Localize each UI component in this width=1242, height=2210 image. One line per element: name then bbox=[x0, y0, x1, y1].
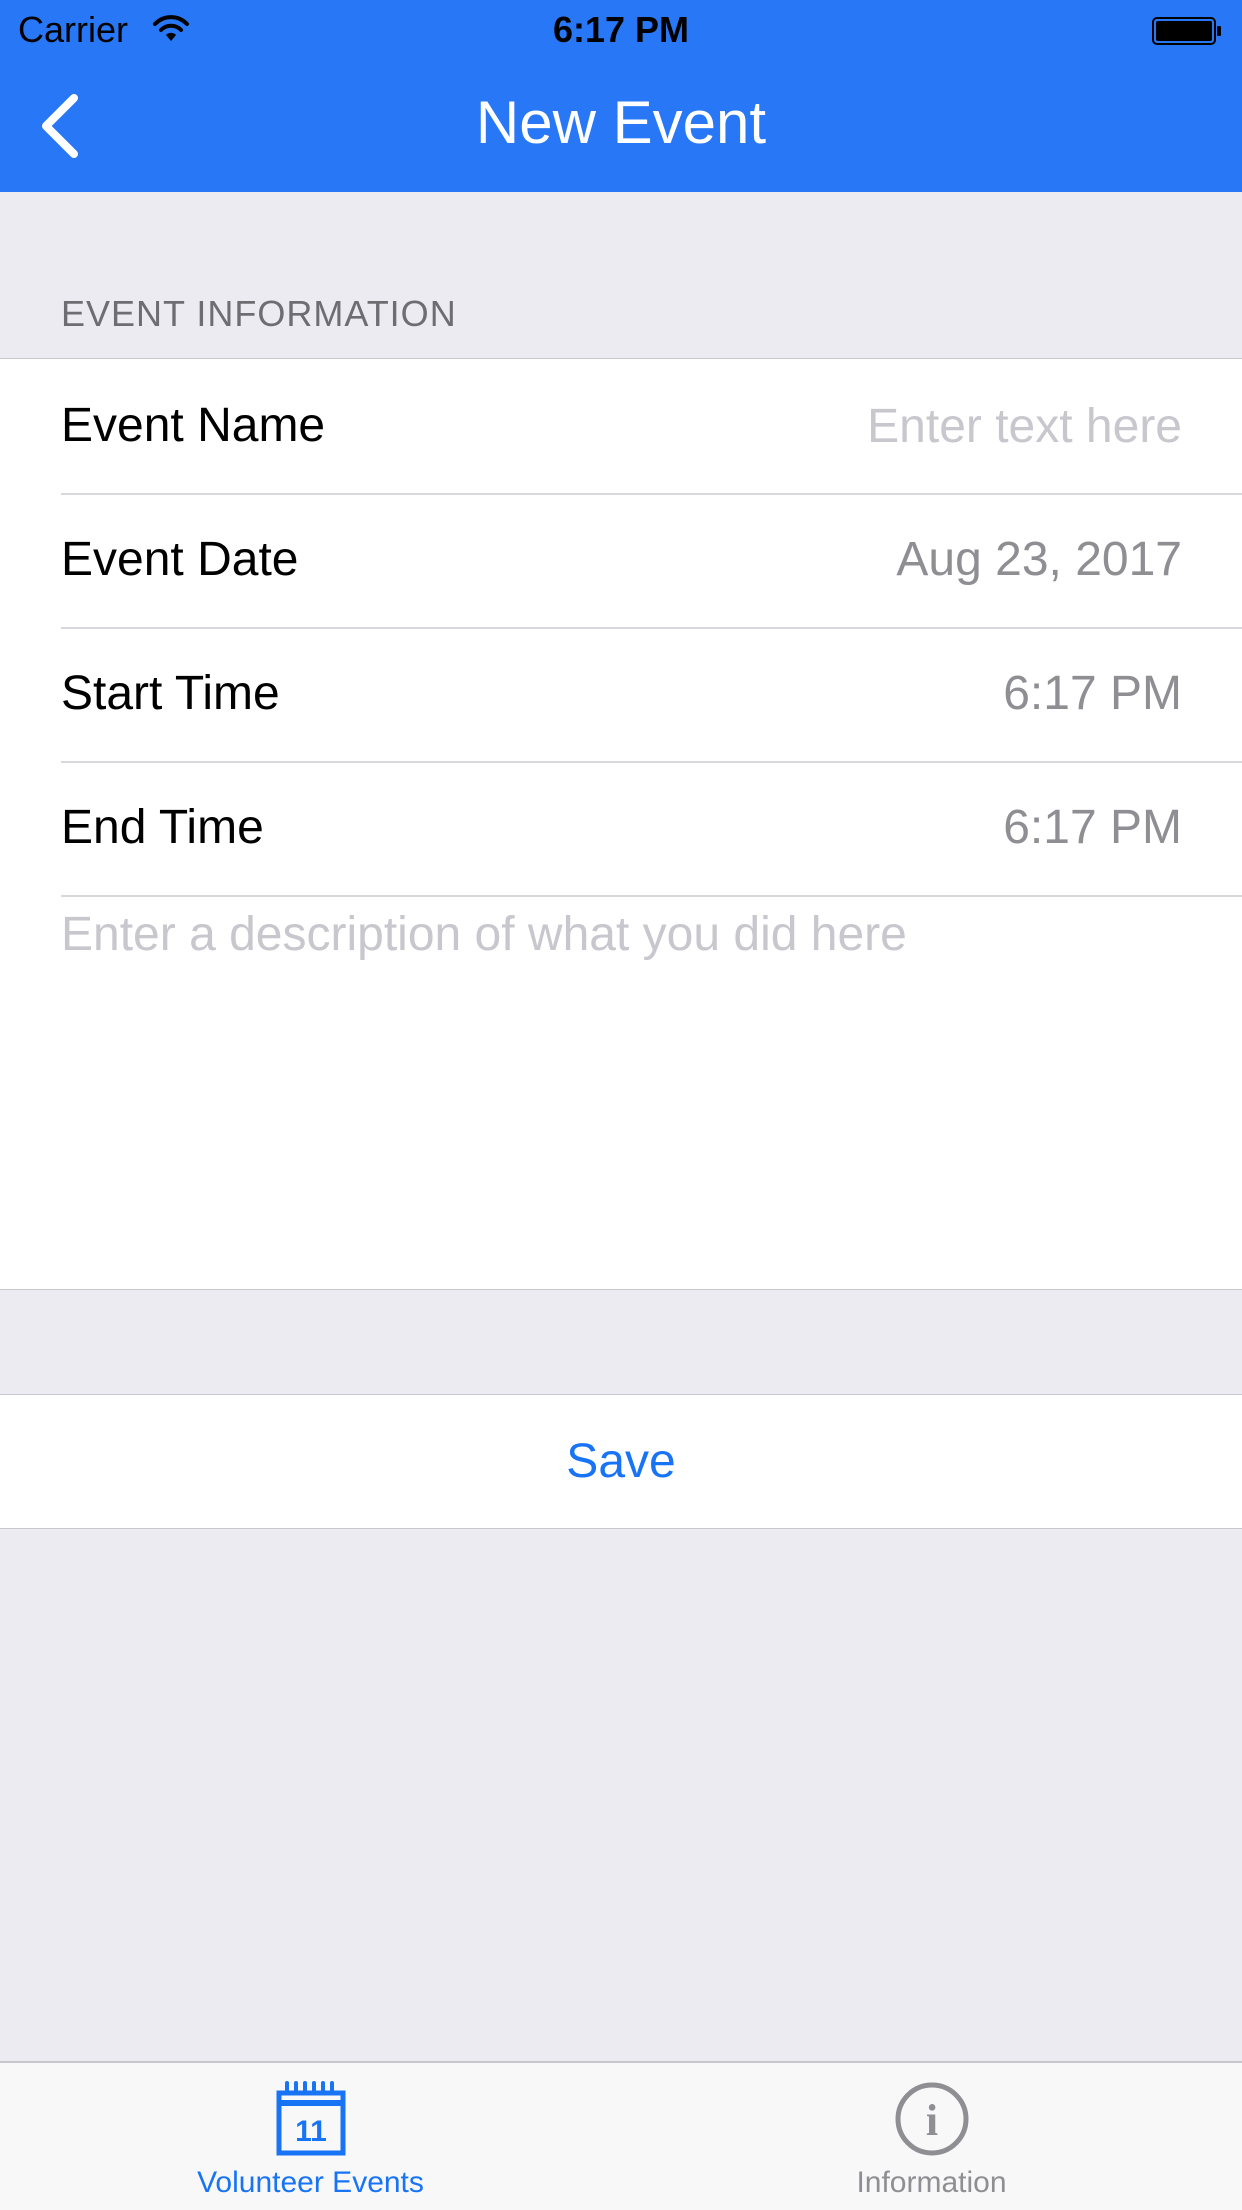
description-field[interactable] bbox=[61, 895, 1181, 1275]
end-time-row[interactable]: End Time 6:17 PM bbox=[61, 761, 1242, 897]
info-icon: i bbox=[895, 2082, 968, 2156]
start-time-row[interactable]: Start Time 6:17 PM bbox=[61, 627, 1242, 763]
tab-information[interactable]: i Information bbox=[621, 2063, 1242, 2210]
event-date-label: Event Date bbox=[61, 533, 299, 586]
status-time: 6:17 PM bbox=[552, 9, 690, 50]
status-bar: Carrier 6:17 PM bbox=[0, 0, 1242, 60]
save-group: Save bbox=[0, 1394, 1242, 1529]
tab-volunteer-events[interactable]: 11 Volunteer Events bbox=[0, 2063, 621, 2210]
end-time-value[interactable]: 6:17 PM bbox=[1003, 761, 1182, 895]
start-time-label: Start Time bbox=[61, 667, 280, 720]
event-form: Event Name Event Date Aug 23, 2017 Start… bbox=[0, 358, 1242, 1290]
end-time-label: End Time bbox=[61, 801, 264, 854]
save-button[interactable]: Save bbox=[0, 1395, 1242, 1528]
event-name-label: Event Name bbox=[61, 399, 326, 452]
tab-bar: 11 Volunteer Events i Information bbox=[0, 2061, 1242, 2210]
navigation-bar: New Event bbox=[0, 60, 1242, 192]
event-name-input[interactable] bbox=[622, 396, 1182, 456]
tab-label-information: Information bbox=[856, 2166, 1007, 2199]
section-header-event-information: EVENT INFORMATION bbox=[61, 293, 457, 334]
event-name-row[interactable]: Event Name bbox=[61, 359, 1242, 495]
event-date-value[interactable]: Aug 23, 2017 bbox=[896, 493, 1182, 627]
tab-label-volunteer-events: Volunteer Events bbox=[197, 2166, 424, 2199]
page-title: New Event bbox=[475, 89, 767, 156]
calendar-icon-number: 11 bbox=[295, 2115, 327, 2148]
calendar-icon: 11 bbox=[276, 2081, 345, 2156]
battery-icon bbox=[1152, 17, 1221, 45]
start-time-value[interactable]: 6:17 PM bbox=[1003, 627, 1182, 761]
event-date-row[interactable]: Event Date Aug 23, 2017 bbox=[61, 493, 1242, 629]
info-icon-glyph: i bbox=[925, 2096, 937, 2145]
